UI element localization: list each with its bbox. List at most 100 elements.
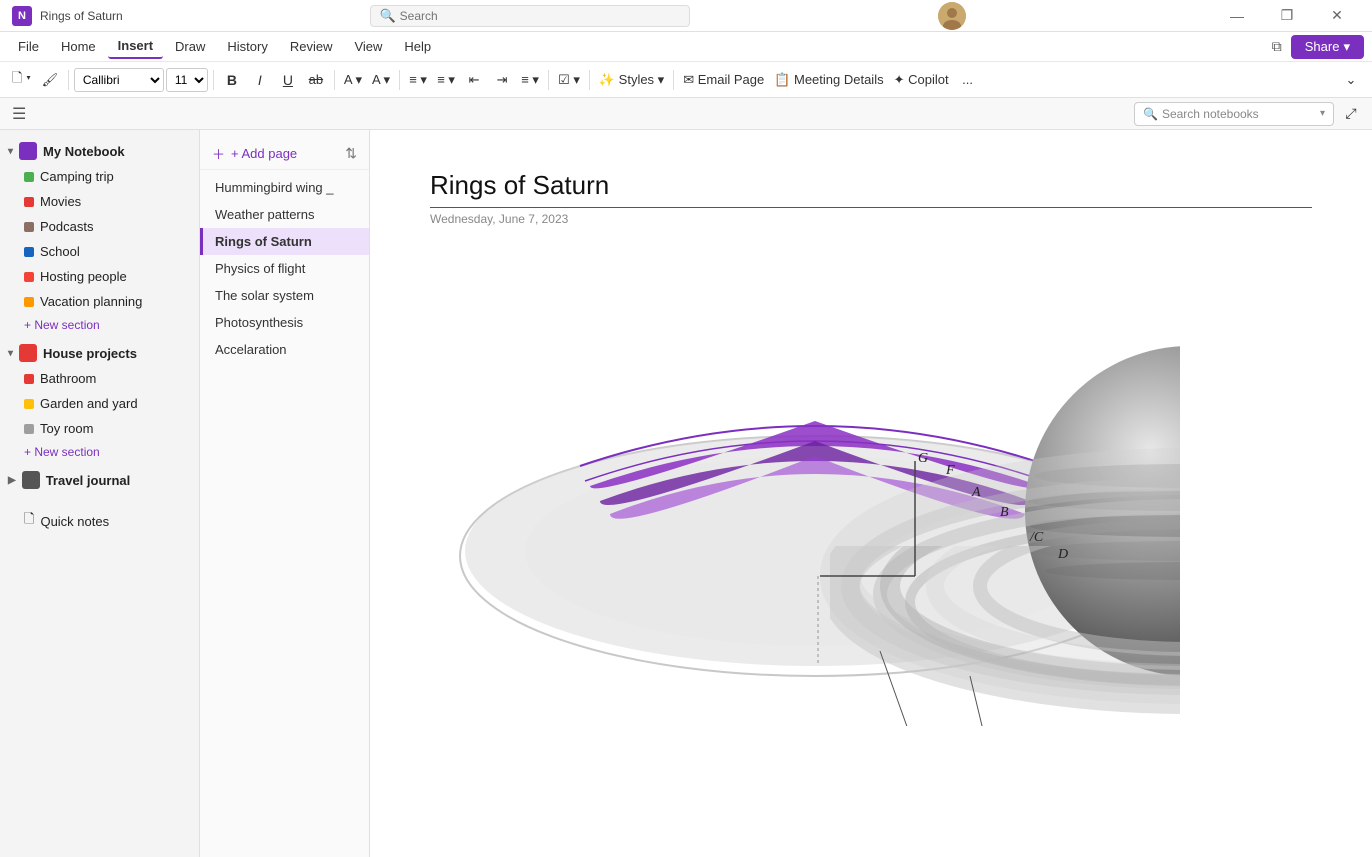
section-color-toy (24, 424, 34, 434)
more-options-button[interactable]: ... (955, 67, 981, 93)
maximize-button[interactable]: ❐ (1264, 0, 1310, 32)
section-label-podcasts: Podcasts (40, 219, 93, 234)
global-search[interactable]: 🔍 (370, 5, 690, 27)
notebook-house-projects-header[interactable]: ▾ House projects (0, 340, 199, 366)
notebook-my-notebook-header[interactable]: ▾ My Notebook (0, 138, 199, 164)
close-button[interactable]: ✕ (1314, 0, 1360, 32)
toolbar-separator-4 (399, 70, 400, 90)
section-color-camping-trip (24, 172, 34, 182)
notebook-view-icon[interactable]: ⧉ (1265, 35, 1289, 59)
section-label-bathroom: Bathroom (40, 371, 96, 386)
quick-notes-area: 🗋 Quick notes (0, 497, 199, 537)
section-podcasts[interactable]: Podcasts (0, 214, 199, 239)
menu-home[interactable]: Home (51, 35, 106, 58)
bullets-button[interactable]: ≡ ▾ (405, 67, 431, 93)
main-area: ▾ My Notebook Camping trip Movies Podcas… (0, 130, 1372, 857)
menu-review[interactable]: Review (280, 35, 343, 58)
checkbox-button[interactable]: ☑ ▾ (554, 67, 584, 93)
section-color-school (24, 247, 34, 257)
page-item-photosynthesis[interactable]: Photosynthesis (200, 309, 369, 336)
section-label-vacation: Vacation planning (40, 294, 142, 309)
sidebar: ▾ My Notebook Camping trip Movies Podcas… (0, 130, 200, 857)
chevron-down-icon-2: ▾ (8, 348, 13, 359)
toolbar-separator-2 (213, 70, 214, 90)
numbering-button[interactable]: ≡ ▾ (433, 67, 459, 93)
svg-text:/C: /C (1029, 530, 1044, 545)
new-section-my-notebook[interactable]: + New section (0, 314, 199, 336)
section-bathroom[interactable]: Bathroom (0, 366, 199, 391)
section-movies[interactable]: Movies (0, 189, 199, 214)
add-page-button[interactable]: ＋ + Add page ⇅ (200, 138, 369, 170)
svg-text:D: D (1057, 547, 1068, 562)
italic-button[interactable]: I (247, 67, 273, 93)
menu-history[interactable]: History (217, 35, 277, 58)
decrease-indent-button[interactable]: ⇤ (461, 67, 487, 93)
menu-draw[interactable]: Draw (165, 35, 215, 58)
new-section-house-projects[interactable]: + New section (0, 441, 199, 463)
section-school[interactable]: School (0, 239, 199, 264)
font-color-button[interactable]: A ▾ (368, 67, 394, 93)
search-notebooks-label: Search notebooks (1162, 107, 1259, 121)
font-family-select[interactable]: Callibri (74, 68, 164, 92)
app-logo: N (12, 6, 32, 26)
styles-button[interactable]: ✨ Styles ▾ (595, 67, 668, 93)
toolbar-expand-button[interactable]: ⌄ (1338, 67, 1364, 93)
section-vacation-planning[interactable]: Vacation planning (0, 289, 199, 314)
page-item-hummingbird[interactable]: Hummingbird wing _ (200, 174, 369, 201)
search-notebooks[interactable]: 🔍 Search notebooks ▾ (1134, 102, 1334, 126)
format-painter-button[interactable]: 🖌 (37, 67, 63, 93)
toolbar-separator-5 (548, 70, 549, 90)
quick-notes-label: Quick notes (40, 514, 109, 529)
section-label-hosting: Hosting people (40, 269, 127, 284)
notebook-my-notebook-icon (19, 142, 37, 160)
minimize-button[interactable]: — (1214, 0, 1260, 32)
notebook-travel-journal-header[interactable]: ▶ Travel journal (0, 467, 199, 493)
toolbar-separator-1 (68, 70, 69, 90)
page-item-physics[interactable]: Physics of flight (200, 255, 369, 282)
section-garden-yard[interactable]: Garden and yard (0, 391, 199, 416)
svg-text:F: F (945, 463, 955, 478)
page-item-accelaration[interactable]: Accelaration (200, 336, 369, 363)
bold-button[interactable]: B (219, 67, 245, 93)
menu-view[interactable]: View (344, 35, 392, 58)
highlight-button[interactable]: A ▾ (340, 67, 366, 93)
toolbar-separator-7 (673, 70, 674, 90)
align-button[interactable]: ≡ ▾ (517, 67, 543, 93)
increase-indent-button[interactable]: ⇥ (489, 67, 515, 93)
page-title: Rings of Saturn (430, 170, 1312, 208)
global-search-input[interactable] (400, 9, 682, 23)
section-camping-trip[interactable]: Camping trip (0, 164, 199, 189)
page-item-solar-system[interactable]: The solar system (200, 282, 369, 309)
section-hosting-people[interactable]: Hosting people (0, 264, 199, 289)
strikethrough-button[interactable]: ab (303, 67, 329, 93)
menu-file[interactable]: File (8, 35, 49, 58)
copilot-button[interactable]: ✦ Copilot (890, 67, 953, 93)
chevron-down-icon: ▾ (8, 146, 13, 157)
section-toy-room[interactable]: Toy room (0, 416, 199, 441)
underline-button[interactable]: U (275, 67, 301, 93)
toolbar-separator-3 (334, 70, 335, 90)
share-button[interactable]: Share ▾ (1291, 35, 1364, 59)
window-controls: — ❐ ✕ (1214, 0, 1360, 32)
avatar[interactable] (938, 2, 966, 30)
quick-notes[interactable]: 🗋 Quick notes (0, 505, 199, 537)
content-area: Rings of Saturn Wednesday, June 7, 2023 (370, 130, 1372, 857)
formatting-toolbar: 🗋 ▾ 🖌 Callibri 11 B I U ab A ▾ A ▾ ≡ ▾ ≡… (0, 62, 1372, 98)
page-item-rings-of-saturn[interactable]: Rings of Saturn (200, 228, 369, 255)
section-label-toy: Toy room (40, 421, 93, 436)
page-item-weather[interactable]: Weather patterns (200, 201, 369, 228)
font-size-select[interactable]: 11 (166, 68, 208, 92)
new-page-button[interactable]: 🗋 ▾ (8, 67, 35, 93)
expand-content-button[interactable]: ⤢ (1338, 101, 1364, 127)
section-label-movies: Movies (40, 194, 81, 209)
notebook-my-notebook: ▾ My Notebook Camping trip Movies Podcas… (0, 138, 199, 336)
sort-pages-button[interactable]: ⇅ (345, 145, 357, 162)
email-page-button[interactable]: ✉ Email Page (679, 67, 768, 93)
meeting-details-button[interactable]: 📋 Meeting Details (770, 67, 887, 93)
hamburger-menu[interactable]: ☰ (8, 104, 30, 124)
notebook-travel-journal-icon (22, 471, 40, 489)
menu-insert[interactable]: Insert (108, 34, 163, 59)
add-page-icon: ＋ (212, 144, 225, 163)
menu-help[interactable]: Help (394, 35, 441, 58)
notebook-house-projects: ▾ House projects Bathroom Garden and yar… (0, 340, 199, 463)
